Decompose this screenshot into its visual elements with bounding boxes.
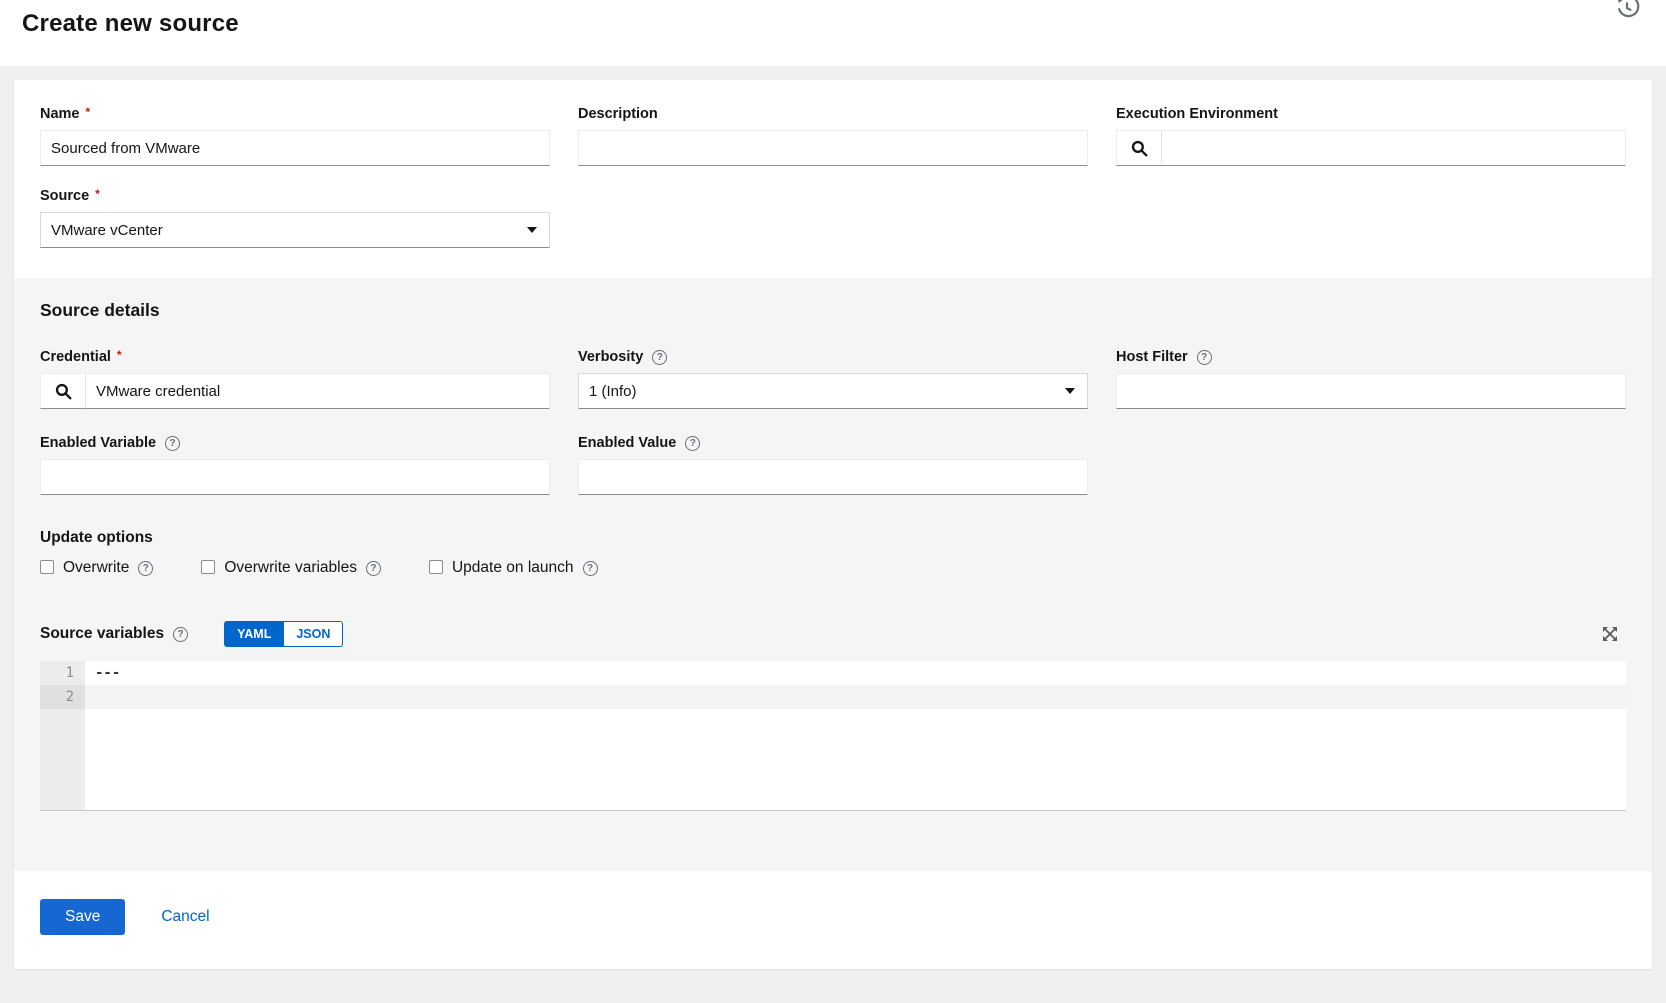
expand-icon[interactable] [1600,623,1622,645]
help-icon[interactable] [138,560,154,576]
form-top-section: Name * Description Execution Environment [14,80,1652,278]
overwrite-checkbox-label: Overwrite [63,559,154,577]
search-icon [55,383,72,400]
help-icon[interactable] [173,626,189,642]
page-title: Create new source [22,10,239,37]
source-variables-editor[interactable]: 1 2 --- [40,661,1626,811]
source-field-group: Source * VMware vCenter [40,187,550,248]
execution-environment-input[interactable] [1162,130,1626,166]
search-icon [1131,140,1148,157]
overwrite-checkbox-item: Overwrite [40,559,154,577]
execution-environment-field-group: Execution Environment [1116,106,1626,166]
help-icon[interactable] [1196,349,1212,365]
page-header: Create new source [0,0,1666,66]
credential-search-button[interactable] [40,373,86,409]
enabled-variable-label: Enabled Variable [40,435,550,451]
credential-field-group: Credential * [40,348,550,409]
credential-label: Credential * [40,348,122,365]
update-on-launch-checkbox-item: Update on launch [428,559,598,577]
overwrite-checkbox[interactable] [40,560,54,574]
line-number: 2 [40,685,85,709]
enabled-value-field-group: Enabled Value [578,435,1088,495]
help-icon[interactable] [652,349,668,365]
create-source-form-card: Name * Description Execution Environment [14,80,1652,969]
enabled-variable-field-group: Enabled Variable [40,435,550,495]
required-asterisk: * [95,187,100,201]
code-line [85,685,1626,709]
update-on-launch-checkbox-label: Update on launch [452,559,598,577]
verbosity-select-value: 1 (Info) [589,382,637,400]
editor-line-numbers: 1 2 [40,661,85,810]
source-label: Source * [40,187,100,204]
line-number: 1 [65,665,74,681]
required-asterisk: * [85,105,91,119]
update-on-launch-checkbox[interactable] [428,560,443,574]
enabled-variable-input[interactable] [40,459,550,495]
overwrite-variables-checkbox[interactable] [201,560,216,574]
description-input[interactable] [578,130,1088,166]
host-filter-field-group: Host Filter [1116,349,1626,409]
cancel-button[interactable]: Cancel [161,908,209,926]
history-icon[interactable] [1614,0,1640,20]
execution-environment-search-button[interactable] [1116,130,1162,166]
name-input[interactable] [40,130,550,166]
source-select[interactable]: VMware vCenter [40,212,550,248]
json-toggle-button[interactable]: JSON [284,621,344,647]
verbosity-select[interactable]: 1 (Info) [578,373,1088,409]
host-filter-label: Host Filter [1116,349,1626,365]
credential-input[interactable] [86,373,550,409]
help-icon[interactable] [365,560,381,576]
overwrite-variables-checkbox-label: Overwrite variables [224,559,381,577]
name-label: Name * [40,105,91,122]
source-details-section: Source details Credential * VMware crede… [14,278,1652,871]
yaml-toggle-button[interactable]: YAML [224,621,285,647]
execution-environment-label: Execution Environment [1116,106,1278,122]
enabled-value-input[interactable] [578,459,1088,495]
save-button[interactable]: Save [40,899,126,935]
code-line: --- [95,665,121,681]
overwrite-variables-checkbox-item: Overwrite variables [201,559,381,577]
verbosity-field-group: Verbosity 1 (Info) [578,349,1088,409]
source-select-value: VMware vCenter [51,221,163,239]
update-options-heading: Update options [40,529,153,546]
required-asterisk: * [116,348,122,362]
help-icon[interactable] [165,435,181,451]
chevron-down-icon [1065,388,1075,394]
source-variables-label: Source variables [40,625,189,643]
source-details-heading: Source details [40,300,160,320]
variables-mode-toggle: YAML JSON [224,621,344,647]
chevron-down-icon [527,227,537,233]
editor-content[interactable]: --- [85,661,1626,810]
host-filter-input[interactable] [1116,373,1626,409]
help-icon[interactable] [582,560,598,576]
description-label: Description [578,106,658,122]
help-icon[interactable] [685,435,701,451]
name-field-group: Name * [40,105,550,166]
description-field-group: Description [578,106,1088,166]
enabled-value-label: Enabled Value [578,435,1088,451]
verbosity-label: Verbosity [578,349,1088,365]
form-actions: Save Cancel [14,871,1652,969]
